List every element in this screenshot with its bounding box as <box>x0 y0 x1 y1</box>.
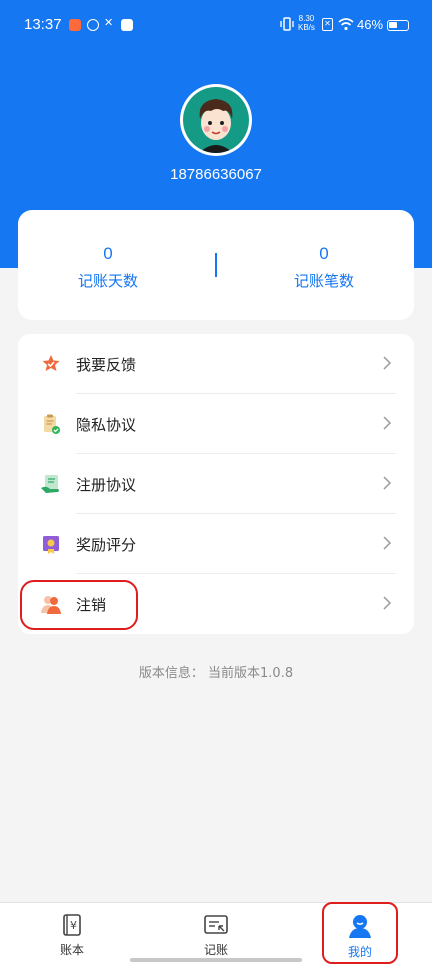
feedback-icon <box>42 355 60 371</box>
logout-highlight-annotation <box>20 580 138 630</box>
network-speed: 8.30 KB/s <box>298 14 315 32</box>
menu-item-label: 奖励评分 <box>76 536 137 554</box>
status-bar: 13:37 ✕ 8.30 KB/s ✕ 46% <box>0 0 432 52</box>
stat-entries-value: 0 <box>319 244 329 263</box>
stats-card: 0 记账天数 0 记账笔数 <box>18 210 414 320</box>
network-speed-value: 8.30 <box>298 14 315 23</box>
menu-item-label: 我要反馈 <box>76 356 137 374</box>
battery-icon <box>387 20 409 31</box>
stat-entries[interactable]: 0 记账笔数 <box>234 244 414 291</box>
app-notification-icon <box>121 19 133 31</box>
chevron-right-icon <box>383 536 392 550</box>
ledger-icon: ¥ <box>63 914 81 936</box>
status-time: 13:37 <box>24 16 62 33</box>
menu-item-label: 注册协议 <box>76 476 137 494</box>
avatar-cartoon-icon <box>199 99 233 153</box>
user-phone: 18786636067 <box>170 166 262 183</box>
rating-icon <box>43 536 59 554</box>
sim-icon: ✕ <box>322 18 333 31</box>
svg-text:¥: ¥ <box>70 919 77 932</box>
app-notification-icon <box>69 19 81 31</box>
vibrate-icon <box>280 17 294 31</box>
stats-divider <box>215 253 217 277</box>
stat-days[interactable]: 0 记账天数 <box>18 244 198 291</box>
wifi-icon <box>338 18 354 31</box>
tab-ledger[interactable]: ¥ 账本 <box>32 913 112 958</box>
avatar[interactable] <box>180 84 252 156</box>
tab-label: 账本 <box>59 943 84 957</box>
chevron-right-icon <box>383 476 392 490</box>
battery-percent: 46% <box>357 17 384 32</box>
menu-item-register[interactable]: 注册协议 <box>18 454 414 514</box>
register-icon <box>41 475 59 493</box>
menu-item-feedback[interactable]: 我要反馈 <box>18 334 414 394</box>
menu-item-label: 隐私协议 <box>76 416 137 434</box>
chevron-right-icon <box>383 596 392 610</box>
stat-entries-label: 记账笔数 <box>293 272 354 290</box>
privacy-icon <box>44 414 60 434</box>
tab-label: 记账 <box>203 943 228 957</box>
stat-days-value: 0 <box>103 244 113 263</box>
menu-item-rating[interactable]: 奖励评分 <box>18 514 414 574</box>
home-indicator[interactable] <box>130 958 302 962</box>
chevron-right-icon <box>383 416 392 430</box>
app-notification-icon <box>87 19 99 31</box>
profile-tab-highlight-annotation <box>322 902 398 964</box>
version-info: 版本信息： 当前版本1.0.8 <box>138 666 294 681</box>
chevron-right-icon <box>383 356 392 370</box>
record-icon <box>204 915 228 934</box>
stat-days-label: 记账天数 <box>77 272 138 290</box>
network-speed-unit: KB/s <box>298 23 315 32</box>
menu-item-privacy[interactable]: 隐私协议 <box>18 394 414 454</box>
app-notification-icon: ✕ <box>104 16 114 29</box>
tab-record[interactable]: 记账 <box>176 913 256 958</box>
